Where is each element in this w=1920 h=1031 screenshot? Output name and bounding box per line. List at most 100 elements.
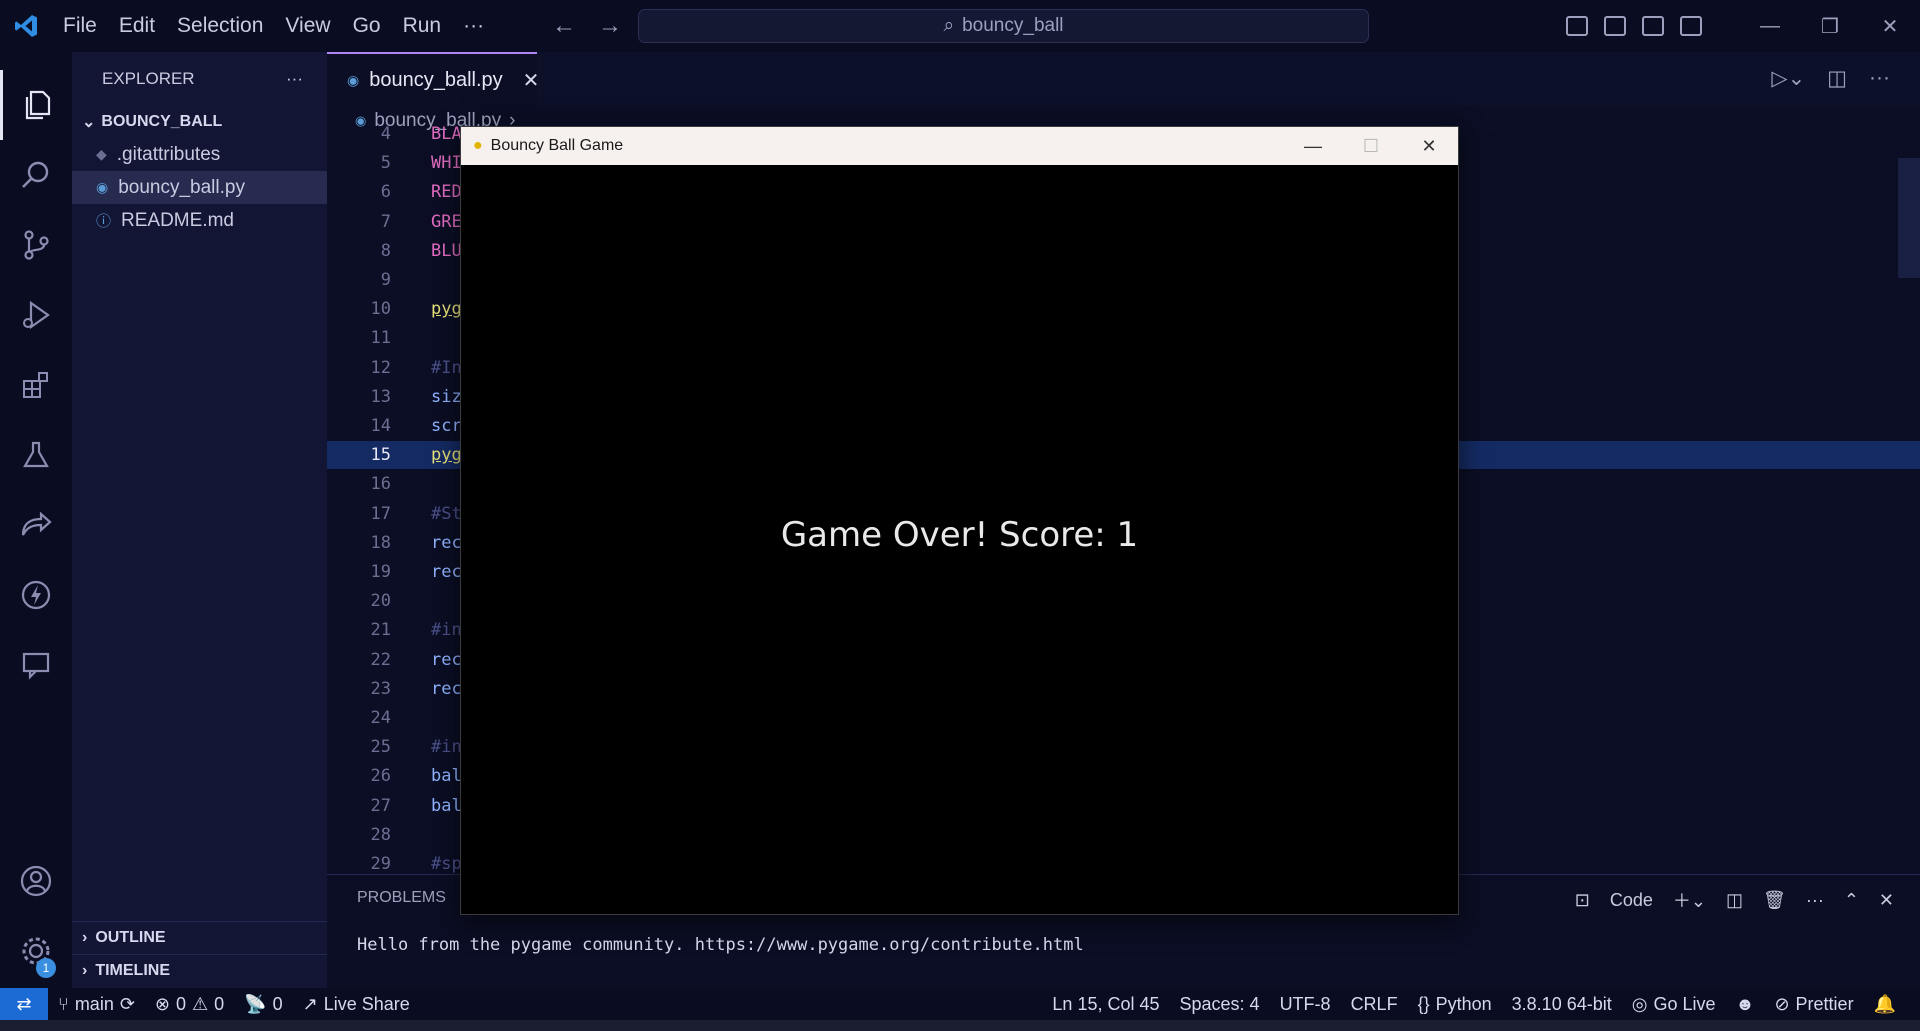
game-maximize-button: ☐	[1362, 135, 1380, 156]
live-share-icon: ↗	[302, 993, 318, 1014]
language-label: Python	[1435, 993, 1492, 1014]
tab-bouncy-ball[interactable]: ◉ bouncy_ball.py ✕	[327, 52, 540, 106]
terminal-output: Hello from the pygame community. https:/…	[357, 935, 1084, 955]
language-mode[interactable]: {} Python	[1408, 994, 1502, 1015]
run-icon[interactable]: ▷⌄	[1771, 66, 1805, 91]
tab-problems[interactable]: PROBLEMS	[357, 889, 446, 907]
file-label: bouncy_ball.py	[118, 176, 245, 198]
live-share-status[interactable]: ↗ Live Share	[293, 994, 420, 1015]
search-icon[interactable]	[0, 140, 72, 210]
remote-icon[interactable]: ⇄	[0, 988, 48, 1020]
file-gitattributes[interactable]: ◆ .gitattributes	[72, 138, 327, 171]
maximize-panel-icon[interactable]: ⌃	[1844, 890, 1859, 911]
menu-go[interactable]: Go	[342, 14, 392, 38]
menu-edit[interactable]: Edit	[108, 14, 166, 38]
terminal-icon[interactable]: ⊡	[1575, 890, 1590, 911]
line-number: 18	[370, 532, 391, 553]
ports-status[interactable]: 📡 0	[234, 994, 292, 1015]
line-number: 29	[370, 854, 391, 874]
accounts-icon[interactable]	[0, 846, 72, 916]
close-panel-icon[interactable]: ✕	[1879, 890, 1894, 911]
new-terminal-icon[interactable]: ＋⌄	[1673, 887, 1706, 913]
line-number: 11	[370, 328, 391, 349]
explorer-more-button[interactable]: ···	[286, 69, 303, 89]
trash-icon[interactable]: 🗑	[1763, 890, 1786, 911]
game-over-message: Game Over! Score: 1	[780, 515, 1139, 555]
customize-layout-icon[interactable]	[1680, 16, 1702, 36]
split-editor-icon[interactable]: ◫	[1827, 66, 1847, 91]
interpreter[interactable]: 3.8.10 64-bit	[1502, 994, 1622, 1015]
line-number: 5	[380, 153, 391, 174]
line-number: 28	[370, 824, 391, 845]
timeline-section[interactable]: › TIMELINE	[72, 954, 327, 986]
minimize-button[interactable]: —	[1740, 15, 1800, 38]
game-close-button[interactable]: ✕	[1400, 127, 1458, 165]
braces-icon: {}	[1417, 993, 1430, 1014]
toggle-secondary-sidebar-icon[interactable]	[1642, 16, 1664, 36]
game-window-title: Bouncy Ball Game	[490, 137, 624, 154]
go-live-label: Go Live	[1653, 993, 1716, 1014]
split-terminal-icon[interactable]: ◫	[1726, 890, 1743, 911]
vscode-logo-icon	[0, 0, 52, 52]
code-text: rec	[431, 649, 462, 670]
go-live-status[interactable]: ◎ Go Live	[1622, 994, 1726, 1015]
command-center[interactable]: ⌕ bouncy_ball	[638, 9, 1369, 43]
line-number: 20	[370, 591, 391, 612]
restore-button[interactable]: ❐	[1800, 14, 1860, 39]
outline-section[interactable]: › OUTLINE	[72, 921, 327, 953]
prettier-status[interactable]: ⊘ Prettier	[1764, 994, 1863, 1015]
source-control-icon[interactable]	[0, 210, 72, 280]
menu-more[interactable]: ···	[452, 14, 495, 38]
end-of-line[interactable]: CRLF	[1341, 994, 1408, 1015]
file-bouncy-ball[interactable]: ◉ bouncy_ball.py	[72, 171, 327, 204]
bell-icon[interactable]: 🔔	[1864, 994, 1906, 1015]
code-text: RED	[431, 182, 462, 203]
outline-label: OUTLINE	[95, 928, 166, 946]
folder-root[interactable]: ⌄ BOUNCY_BALL	[72, 106, 327, 138]
line-number: 4	[380, 124, 391, 144]
cursor-position[interactable]: Ln 15, Col 45	[1042, 994, 1169, 1015]
forward-arrow-icon[interactable]: →	[598, 12, 622, 40]
file-readme[interactable]: ⓘ README.md	[72, 204, 327, 237]
more-actions-icon[interactable]: ···	[1869, 66, 1890, 91]
run-debug-icon[interactable]	[0, 280, 72, 350]
back-arrow-icon[interactable]: ←	[552, 12, 576, 40]
terminal-label[interactable]: Code	[1610, 890, 1653, 911]
pygame-snake-icon: ●	[473, 137, 483, 154]
close-button[interactable]: ✕	[1860, 14, 1920, 39]
chevron-right-icon: ›	[82, 961, 88, 979]
menu-file[interactable]: File	[52, 14, 108, 38]
code-text: scr	[431, 416, 462, 436]
warning-icon: ⚠	[192, 993, 209, 1014]
problems-status[interactable]: ⊗ 0 ⚠ 0	[145, 994, 234, 1015]
lightning-icon[interactable]	[0, 560, 72, 630]
settings-gear-icon[interactable]: 1	[0, 916, 72, 986]
copilot-icon[interactable]: ☻	[1726, 994, 1765, 1015]
explorer-icon[interactable]	[0, 70, 72, 140]
game-window-titlebar[interactable]: ● Bouncy Ball Game — ☐ ✕	[461, 127, 1458, 165]
ports-count: 0	[272, 993, 283, 1014]
live-share-icon[interactable]	[0, 490, 72, 560]
testing-flask-icon[interactable]	[0, 420, 72, 490]
line-number: 24	[370, 708, 391, 728]
close-tab-icon[interactable]: ✕	[523, 68, 540, 93]
menu-view[interactable]: View	[274, 14, 341, 38]
branch-status[interactable]: ⑂ main ⟳	[48, 994, 145, 1015]
menu-run[interactable]: Run	[392, 14, 453, 38]
encoding[interactable]: UTF-8	[1270, 994, 1341, 1015]
more-icon[interactable]: ···	[1806, 890, 1824, 911]
chevron-right-icon: ›	[82, 928, 88, 946]
extensions-icon[interactable]	[0, 350, 72, 420]
toggle-primary-sidebar-icon[interactable]	[1566, 16, 1588, 36]
warnings-count: 0	[214, 993, 225, 1014]
branch-label: main	[74, 993, 114, 1014]
game-canvas[interactable]: Game Over! Score: 1	[461, 165, 1458, 914]
editor-tabs: ◉ bouncy_ball.py ✕ ▷⌄ ◫ ···	[327, 52, 1920, 106]
remote-explorer-icon[interactable]	[0, 630, 72, 700]
indentation[interactable]: Spaces: 4	[1170, 994, 1270, 1015]
game-minimize-button[interactable]: —	[1284, 127, 1342, 165]
toggle-panel-icon[interactable]	[1604, 16, 1626, 36]
line-number: 27	[370, 795, 391, 816]
code-text: BLA	[431, 124, 462, 144]
menu-selection[interactable]: Selection	[166, 14, 274, 38]
